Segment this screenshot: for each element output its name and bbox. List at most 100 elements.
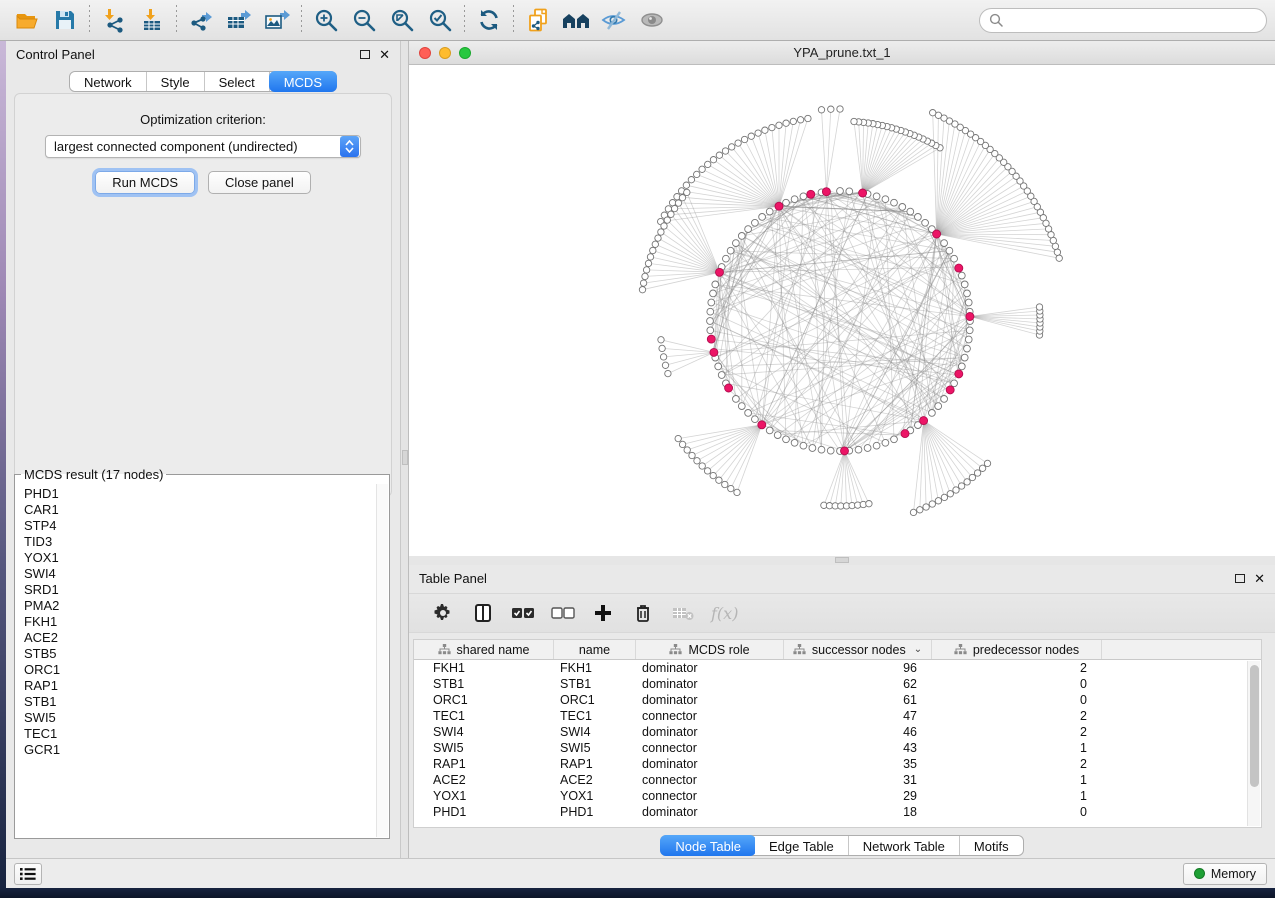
- show-all-icon[interactable]: [633, 3, 671, 37]
- mcds-result-item[interactable]: STP4: [24, 518, 375, 534]
- run-mcds-button[interactable]: Run MCDS: [95, 171, 195, 194]
- mcds-result-item[interactable]: FKH1: [24, 614, 375, 630]
- column-header-successor-nodes[interactable]: successor nodes⌄: [784, 640, 932, 659]
- memory-button[interactable]: Memory: [1183, 863, 1267, 885]
- mcds-result-item[interactable]: RAP1: [24, 678, 375, 694]
- table-cell: 61: [784, 692, 932, 708]
- delete-columns-icon[interactable]: [631, 601, 655, 625]
- table-row[interactable]: SWI4SWI4dominator462: [414, 724, 1261, 740]
- mcds-result-item[interactable]: STB5: [24, 646, 375, 662]
- table-row[interactable]: TEC1TEC1connector472: [414, 708, 1261, 724]
- memory-status-icon: [1194, 868, 1205, 879]
- zoom-out-icon[interactable]: [345, 3, 383, 37]
- table-cell: ORC1: [554, 692, 636, 708]
- table-tab-motifs[interactable]: Motifs: [960, 836, 1023, 855]
- save-session-icon[interactable]: [46, 3, 84, 37]
- table-row[interactable]: PHD1PHD1dominator180: [414, 804, 1261, 820]
- table-cell: 1: [932, 772, 1102, 788]
- vertical-splitter[interactable]: [400, 41, 409, 858]
- table-settings-icon[interactable]: [431, 601, 455, 625]
- delete-table-icon: [671, 601, 695, 625]
- mcds-result-item[interactable]: ORC1: [24, 662, 375, 678]
- toolbar-separator: [301, 5, 302, 35]
- network-window-titlebar[interactable]: YPA_prune.txt_1: [409, 41, 1275, 65]
- horizontal-splitter-handle[interactable]: [835, 557, 849, 563]
- close-panel-icon[interactable]: ✕: [379, 48, 390, 61]
- mcds-result-scrollbar[interactable]: [376, 484, 388, 837]
- table-cell: 35: [784, 756, 932, 772]
- table-row[interactable]: FKH1FKH1dominator962: [414, 660, 1261, 676]
- mcds-result-item[interactable]: SRD1: [24, 582, 375, 598]
- zoom-fit-icon[interactable]: [383, 3, 421, 37]
- mcds-result-item[interactable]: PMA2: [24, 598, 375, 614]
- zoom-in-icon[interactable]: [307, 3, 345, 37]
- export-network-icon[interactable]: [182, 3, 220, 37]
- table-row[interactable]: RAP1RAP1dominator352: [414, 756, 1261, 772]
- column-header-MCDS-role[interactable]: MCDS role: [636, 640, 784, 659]
- zoom-selected-icon[interactable]: [421, 3, 459, 37]
- select-all-rows-icon[interactable]: [511, 601, 535, 625]
- table-tab-edge-table[interactable]: Edge Table: [755, 836, 849, 855]
- table-row[interactable]: ORC1ORC1dominator610: [414, 692, 1261, 708]
- table-cell: PHD1: [414, 804, 554, 820]
- table-scrollbar-thumb[interactable]: [1250, 665, 1259, 787]
- float-table-panel-icon[interactable]: [1235, 574, 1245, 583]
- mcds-result-item[interactable]: ACE2: [24, 630, 375, 646]
- tab-mcds[interactable]: MCDS: [269, 71, 337, 92]
- import-network-icon[interactable]: [95, 3, 133, 37]
- tab-select[interactable]: Select: [205, 72, 270, 91]
- mcds-result-item[interactable]: SWI5: [24, 710, 375, 726]
- search-input[interactable]: [1008, 13, 1257, 28]
- table-tab-node-table[interactable]: Node Table: [660, 835, 756, 856]
- table-row[interactable]: SWI5SWI5connector431: [414, 740, 1261, 756]
- export-table-icon[interactable]: [220, 3, 258, 37]
- optimization-criterion-label: Optimization criterion:: [15, 112, 391, 127]
- app-window: Control Panel ✕ NetworkStyleSelectMCDS O…: [6, 41, 1275, 888]
- network-view-canvas[interactable]: [409, 65, 1275, 556]
- mcds-result-item[interactable]: GCR1: [24, 742, 375, 758]
- add-column-icon[interactable]: [591, 601, 615, 625]
- import-table-icon[interactable]: [133, 3, 171, 37]
- open-file-icon[interactable]: [8, 3, 46, 37]
- criterion-select[interactable]: largest connected component (undirected): [45, 135, 361, 158]
- mcds-result-item[interactable]: YOX1: [24, 550, 375, 566]
- column-header-name[interactable]: name: [554, 640, 636, 659]
- mcds-result-list[interactable]: PHD1CAR1STP4TID3YOX1SWI4SRD1PMA2FKH1ACE2…: [16, 484, 375, 837]
- control-panel: Control Panel ✕ NetworkStyleSelectMCDS O…: [6, 41, 400, 858]
- table-scrollbar[interactable]: [1247, 661, 1260, 826]
- hide-selected-icon[interactable]: [595, 3, 633, 37]
- tab-style[interactable]: Style: [147, 72, 205, 91]
- float-panel-icon[interactable]: [360, 50, 370, 59]
- table-cell: FKH1: [554, 660, 636, 676]
- search-field[interactable]: [979, 8, 1267, 33]
- table-row[interactable]: YOX1YOX1connector291: [414, 788, 1261, 804]
- refresh-view-icon[interactable]: [470, 3, 508, 37]
- mcds-result-item[interactable]: PHD1: [24, 486, 375, 502]
- vertical-splitter-handle[interactable]: [402, 450, 408, 465]
- unselect-all-rows-icon[interactable]: [551, 601, 575, 625]
- table-row[interactable]: STB1STB1dominator620: [414, 676, 1261, 692]
- column-header-predecessor-nodes[interactable]: predecessor nodes: [932, 640, 1102, 659]
- task-history-button[interactable]: [14, 863, 42, 885]
- mcds-result-item[interactable]: TID3: [24, 534, 375, 550]
- tab-network[interactable]: Network: [70, 72, 147, 91]
- table-cell: dominator: [636, 804, 784, 820]
- mcds-result-item[interactable]: TEC1: [24, 726, 375, 742]
- table-tab-network-table[interactable]: Network Table: [849, 836, 960, 855]
- mcds-result-item[interactable]: CAR1: [24, 502, 375, 518]
- mcds-result-item[interactable]: STB1: [24, 694, 375, 710]
- table-cell: connector: [636, 772, 784, 788]
- table-cell: SWI5: [554, 740, 636, 756]
- export-image-icon[interactable]: [258, 3, 296, 37]
- mcds-result-item[interactable]: SWI4: [24, 566, 375, 582]
- show-columns-icon[interactable]: [471, 601, 495, 625]
- copy-network-share-icon[interactable]: [519, 3, 557, 37]
- table-cell: 43: [784, 740, 932, 756]
- first-neighbors-icon[interactable]: [557, 3, 595, 37]
- status-bar: Memory: [6, 858, 1275, 888]
- table-row[interactable]: ACE2ACE2connector311: [414, 772, 1261, 788]
- close-panel-button[interactable]: Close panel: [208, 171, 311, 194]
- column-header-shared-name[interactable]: shared name: [414, 640, 554, 659]
- horizontal-splitter[interactable]: [409, 556, 1275, 565]
- close-table-panel-icon[interactable]: ✕: [1254, 572, 1265, 585]
